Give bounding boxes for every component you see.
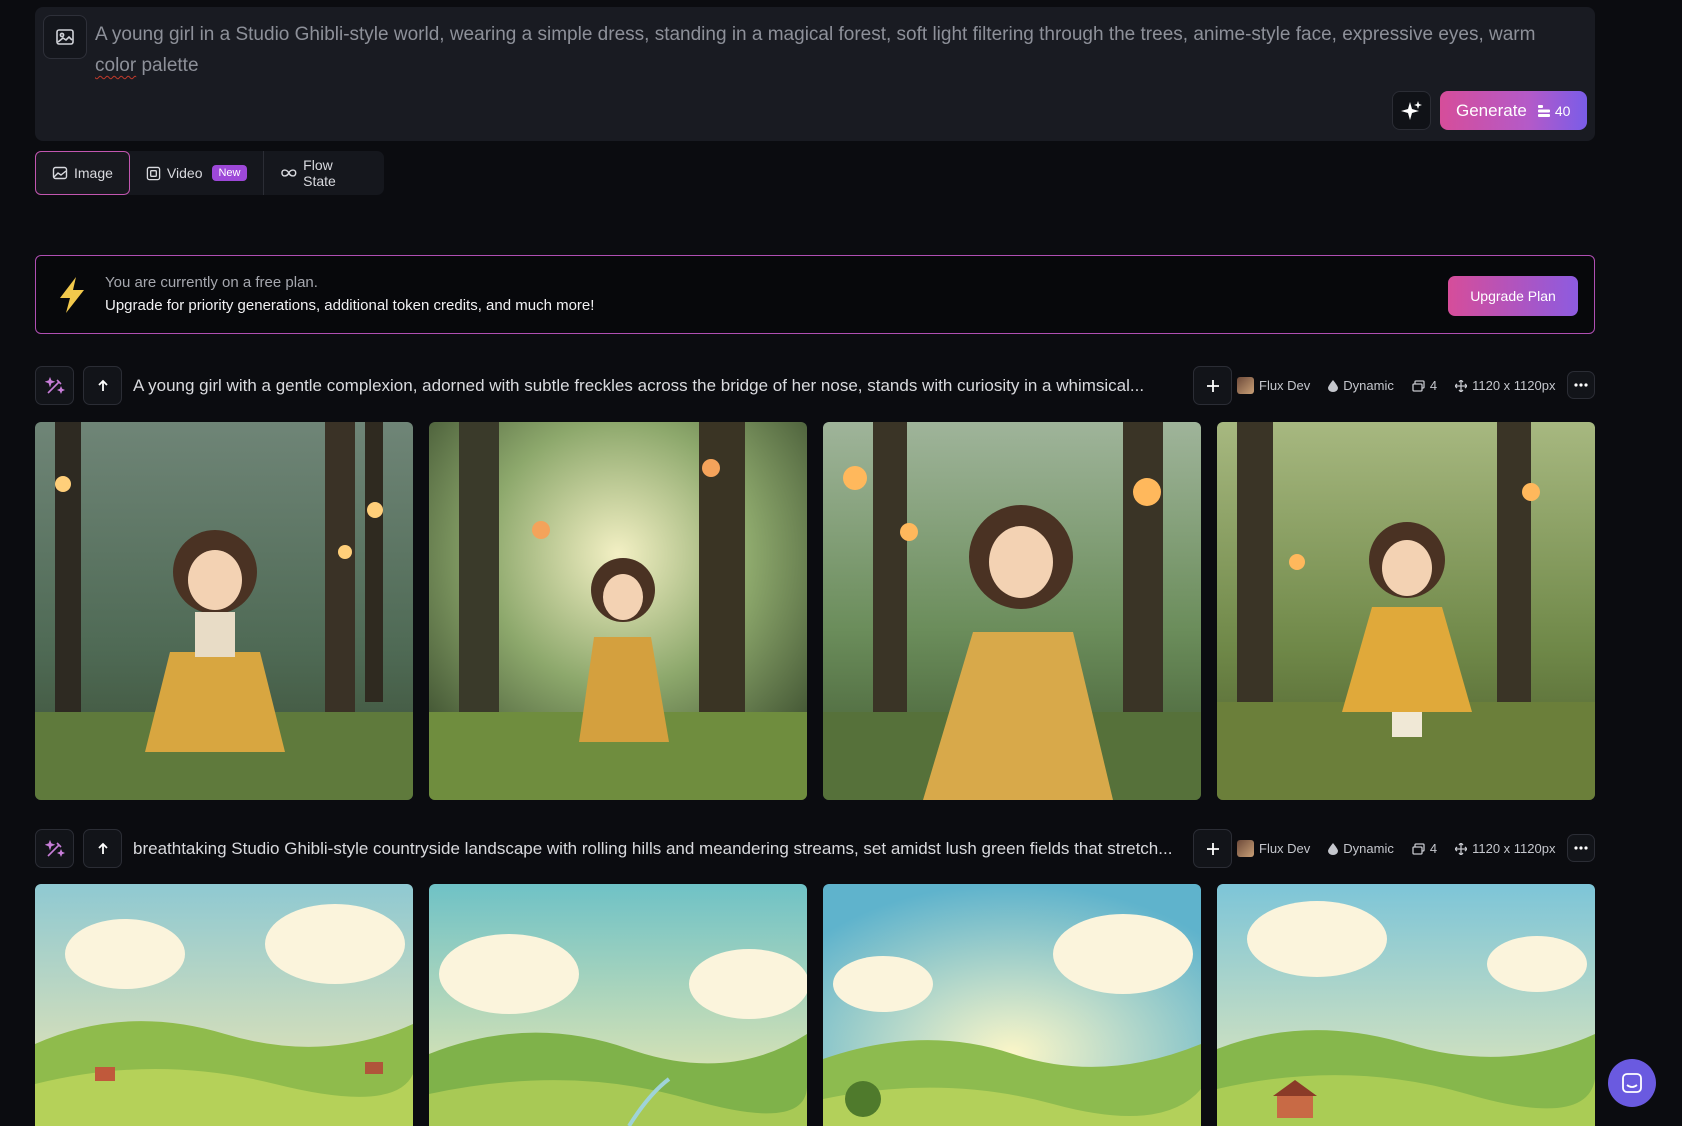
video-icon	[146, 166, 161, 180]
plan-status-text: You are currently on a free plan.	[105, 274, 318, 291]
prompt-text-part1: A young girl in a Studio Ghibli-style wo…	[95, 24, 1536, 45]
generation-prompt: breathtaking Studio Ghibli-style country…	[133, 839, 1173, 858]
style-tag: Dynamic	[1328, 378, 1394, 393]
ellipsis-icon	[1574, 383, 1588, 387]
sparkle-icon	[1400, 100, 1422, 120]
image-count: 4	[1429, 841, 1438, 856]
arrow-up-icon	[97, 379, 108, 391]
reuse-prompt-button[interactable]	[83, 366, 122, 405]
generate-label: Generate	[1456, 100, 1527, 120]
style-name: Dynamic	[1343, 841, 1394, 856]
image-size: 1120 x 1120px	[1472, 841, 1556, 856]
arrow-up-icon	[97, 842, 108, 854]
generated-image[interactable]	[429, 422, 807, 800]
generated-image[interactable]	[35, 422, 413, 800]
droplet-icon	[1328, 842, 1339, 855]
generate-button[interactable]: Generate 40	[1440, 91, 1587, 130]
droplet-icon	[1328, 379, 1339, 392]
generated-image[interactable]	[429, 884, 807, 1126]
style-tag: Dynamic	[1328, 841, 1394, 856]
magic-wand-icon	[44, 376, 65, 394]
model-tag: Flux Dev	[1237, 840, 1310, 857]
mode-tabs: Image Video New Flow State	[35, 151, 384, 195]
more-options-button[interactable]	[1567, 834, 1595, 862]
add-button[interactable]	[1193, 829, 1232, 868]
generation-prompt: A young girl with a gentle complexion, a…	[133, 376, 1145, 395]
tab-flow-state-label: Flow State	[303, 157, 336, 189]
prompt-panel: A young girl in a Studio Ghibli-style wo…	[35, 7, 1595, 141]
generation-meta: Flux Dev Dynamic 4 1120 x 1120px	[1237, 829, 1555, 868]
prompt-misspelled-word: color	[95, 55, 137, 76]
token-icon	[1537, 104, 1550, 117]
free-plan-banner: You are currently on a free plan. Upgrad…	[35, 255, 1595, 334]
generated-image[interactable]	[35, 884, 413, 1126]
generated-image[interactable]	[823, 884, 1201, 1126]
generation-meta: Flux Dev Dynamic 4 1120 x 1120px	[1237, 366, 1555, 405]
model-name: Flux Dev	[1259, 841, 1311, 856]
generation-header: A young girl with a gentle complexion, a…	[35, 366, 1595, 406]
tab-video[interactable]: Video New	[130, 151, 264, 195]
add-button[interactable]	[1193, 366, 1232, 405]
tab-flow-state[interactable]: Flow State	[264, 151, 385, 195]
token-cost-value: 40	[1554, 102, 1571, 119]
image-size: 1120 x 1120px	[1472, 378, 1556, 393]
size-tag: 1120 x 1120px	[1455, 841, 1555, 856]
lightning-icon	[60, 277, 84, 313]
generated-image[interactable]	[1217, 884, 1595, 1126]
model-avatar	[1237, 840, 1254, 857]
image-icon	[52, 166, 68, 180]
generated-image[interactable]	[1217, 422, 1595, 800]
prompt-text-part2: palette	[136, 55, 199, 76]
plus-icon	[1206, 842, 1219, 855]
infinity-icon	[280, 169, 296, 177]
plus-icon	[1206, 379, 1219, 392]
magic-edit-button[interactable]	[35, 366, 74, 405]
prompt-input[interactable]: A young girl in a Studio Ghibli-style wo…	[95, 19, 1565, 81]
move-icon	[1455, 842, 1468, 855]
generation-header: breathtaking Studio Ghibli-style country…	[35, 829, 1595, 869]
image-count: 4	[1429, 378, 1438, 393]
generated-image[interactable]	[823, 422, 1201, 800]
support-chat-button[interactable]	[1608, 1059, 1656, 1107]
magic-edit-button[interactable]	[35, 829, 74, 868]
size-tag: 1120 x 1120px	[1455, 378, 1555, 393]
token-cost: 40	[1537, 102, 1571, 119]
enhance-prompt-button[interactable]	[1392, 91, 1431, 130]
model-avatar	[1237, 377, 1254, 394]
image-prompt-icon[interactable]	[43, 15, 87, 59]
images-icon	[1412, 842, 1425, 855]
tab-image-label: Image	[74, 165, 113, 181]
tab-video-label: Video	[166, 165, 203, 181]
images-icon	[1412, 379, 1425, 392]
ellipsis-icon	[1574, 846, 1588, 850]
magic-wand-icon	[44, 839, 65, 857]
count-tag: 4	[1412, 378, 1437, 393]
model-name: Flux Dev	[1259, 378, 1311, 393]
move-icon	[1455, 379, 1468, 392]
model-tag: Flux Dev	[1237, 377, 1310, 394]
upgrade-plan-button[interactable]: Upgrade Plan	[1448, 276, 1578, 316]
new-badge: New	[212, 165, 247, 181]
tab-image[interactable]: Image	[35, 151, 130, 195]
more-options-button[interactable]	[1567, 371, 1595, 399]
reuse-prompt-button[interactable]	[83, 829, 122, 868]
count-tag: 4	[1412, 841, 1437, 856]
upgrade-pitch-text: Upgrade for priority generations, additi…	[105, 297, 595, 314]
style-name: Dynamic	[1343, 378, 1394, 393]
chat-icon	[1622, 1073, 1642, 1093]
